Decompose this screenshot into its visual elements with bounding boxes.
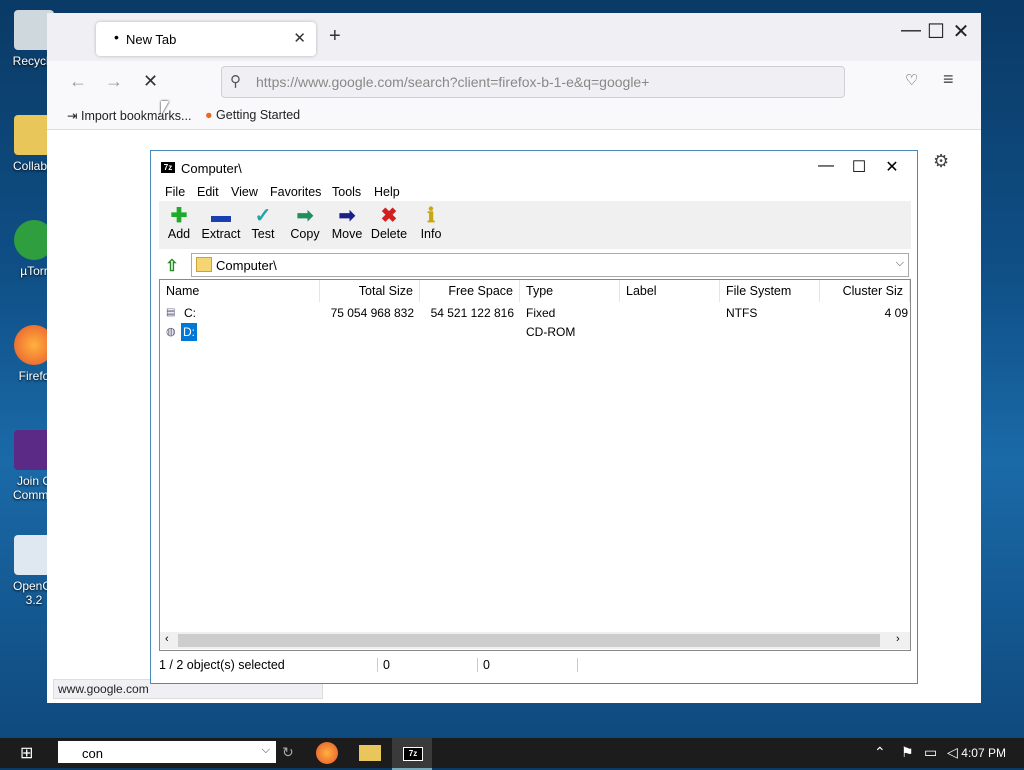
taskbar-search[interactable]: ⌵ bbox=[58, 741, 276, 763]
scroll-right-icon[interactable]: › bbox=[896, 633, 900, 645]
table-row[interactable]: ◍ D: CD-ROM bbox=[160, 323, 910, 341]
firefox-small-icon: ● bbox=[205, 108, 213, 122]
bookmark-getting-started[interactable]: ● Getting Started bbox=[205, 108, 300, 122]
column-name[interactable]: Name bbox=[160, 280, 320, 302]
taskbar: ⊞ ⌵ ↻ 7z ⌃ ⚑ ▭ ◁ 4:07 PM bbox=[0, 738, 1024, 770]
hard-drive-icon: ▤ bbox=[166, 307, 176, 318]
horizontal-scrollbar[interactable]: ‹ › bbox=[160, 632, 910, 649]
sevenzip-titlebar[interactable]: 7z Computer\ — ☐ ✕ bbox=[151, 151, 917, 183]
maximize-icon[interactable]: ☐ bbox=[844, 157, 874, 177]
close-icon[interactable]: ✕ bbox=[877, 157, 907, 177]
gear-icon[interactable]: ⚙ bbox=[933, 151, 949, 172]
tab-title: New Tab bbox=[126, 32, 177, 47]
chevron-down-icon[interactable]: ⌵ bbox=[262, 744, 270, 757]
menu-bar: File Edit View Favorites Tools Help bbox=[159, 183, 911, 203]
clock[interactable]: 4:07 PM bbox=[961, 746, 1006, 760]
bookmarks-toolbar: ⇥ Import bookmarks... ● Getting Started bbox=[47, 103, 981, 130]
mouse-cursor-icon bbox=[161, 101, 169, 115]
url-bar[interactable]: ⚲ bbox=[221, 66, 845, 98]
address-bar: ⇧ Computer\ ⌵ bbox=[159, 253, 911, 277]
menu-favorites[interactable]: Favorites bbox=[270, 185, 321, 199]
taskbar-firefox-icon[interactable] bbox=[316, 742, 338, 764]
stop-loading-icon[interactable]: ✕ bbox=[143, 71, 158, 92]
sevenzip-window: 7z Computer\ — ☐ ✕ File Edit View Favori… bbox=[150, 150, 918, 684]
search-icon: ⚲ bbox=[230, 73, 241, 90]
taskbar-sevenzip-button[interactable]: 7z bbox=[392, 738, 432, 770]
column-total-size[interactable]: Total Size bbox=[320, 280, 420, 302]
chevron-up-icon[interactable]: ⌃ bbox=[874, 744, 886, 761]
pocket-icon[interactable]: ♡ bbox=[905, 71, 918, 89]
up-folder-icon[interactable]: ⇧ bbox=[161, 256, 183, 275]
scroll-thumb[interactable] bbox=[178, 634, 880, 647]
column-label[interactable]: Label bbox=[620, 280, 720, 302]
status-packed: 0 bbox=[483, 658, 578, 672]
maximize-icon[interactable]: ☐ bbox=[923, 19, 949, 44]
toolbar: ✚ Add ▬ Extract ✓ Test ➡ Copy ➡ Move ✖ Delete … bbox=[159, 201, 911, 249]
info-icon: ℹ bbox=[427, 205, 435, 227]
address-combobox[interactable]: Computer\ ⌵ bbox=[191, 253, 909, 277]
status-bar: 1 / 2 object(s) selected 0 0 bbox=[159, 655, 911, 675]
bookmark-import[interactable]: ⇥ Import bookmarks... bbox=[67, 108, 191, 123]
windows-start-icon[interactable]: ⊞ bbox=[20, 743, 33, 763]
address-value: Computer\ bbox=[216, 258, 277, 273]
hamburger-menu-icon[interactable]: ≡ bbox=[943, 69, 954, 90]
cd-drive-icon: ◍ bbox=[166, 326, 176, 338]
nav-bar: ← → ✕ ⚲ ♡ ≡ bbox=[47, 61, 981, 103]
import-icon: ⇥ bbox=[67, 109, 78, 123]
network-icon[interactable]: ▭ bbox=[924, 744, 937, 761]
selection-status: 1 / 2 object(s) selected bbox=[159, 658, 378, 672]
column-file-system[interactable]: File System bbox=[720, 280, 820, 302]
refresh-icon[interactable]: ↻ bbox=[282, 744, 294, 761]
tab-strip: • New Tab ✕ + — ☐ ✕ bbox=[47, 13, 981, 61]
forward-arrow-icon[interactable]: → bbox=[105, 71, 123, 92]
folder-icon bbox=[196, 257, 212, 272]
close-tab-icon[interactable]: ✕ bbox=[293, 29, 306, 47]
new-tab-plus-icon[interactable]: + bbox=[329, 25, 341, 48]
menu-view[interactable]: View bbox=[231, 185, 258, 199]
column-free-space[interactable]: Free Space bbox=[420, 280, 520, 302]
column-cluster-size[interactable]: Cluster Siz bbox=[820, 280, 910, 302]
back-arrow-icon[interactable]: ← bbox=[69, 71, 87, 92]
action-center-flag-icon[interactable]: ⚑ bbox=[901, 744, 914, 761]
table-row[interactable]: ▤ C: 75 054 968 832 54 521 122 816 Fixed… bbox=[160, 304, 910, 322]
sevenzip-logo-icon: 7z bbox=[161, 162, 175, 173]
taskbar-search-input[interactable] bbox=[62, 743, 264, 763]
tab-new-tab[interactable]: • New Tab ✕ bbox=[96, 22, 316, 56]
volume-icon[interactable]: ◁ bbox=[947, 744, 958, 761]
menu-tools[interactable]: Tools bbox=[332, 185, 361, 199]
minimize-icon[interactable]: — bbox=[898, 19, 924, 42]
drive-list: Name Total Size Free Space Type Label Fi… bbox=[159, 279, 911, 651]
sevenzip-logo-icon: 7z bbox=[403, 747, 423, 761]
menu-file[interactable]: File bbox=[165, 185, 185, 199]
taskbar-file-explorer-icon[interactable] bbox=[359, 745, 381, 761]
status-size: 0 bbox=[383, 658, 478, 672]
menu-edit[interactable]: Edit bbox=[197, 185, 219, 199]
url-input[interactable] bbox=[254, 71, 838, 93]
window-title: Computer\ bbox=[181, 161, 242, 176]
info-button[interactable]: ℹ Info bbox=[406, 205, 456, 241]
close-window-icon[interactable]: ✕ bbox=[948, 19, 974, 44]
minimize-icon[interactable]: — bbox=[811, 157, 841, 175]
chevron-down-icon[interactable]: ⌵ bbox=[896, 257, 904, 270]
column-type[interactable]: Type bbox=[520, 280, 620, 302]
loading-dot-icon: • bbox=[114, 29, 119, 45]
scroll-left-icon[interactable]: ‹ bbox=[165, 633, 169, 645]
menu-help[interactable]: Help bbox=[374, 185, 400, 199]
